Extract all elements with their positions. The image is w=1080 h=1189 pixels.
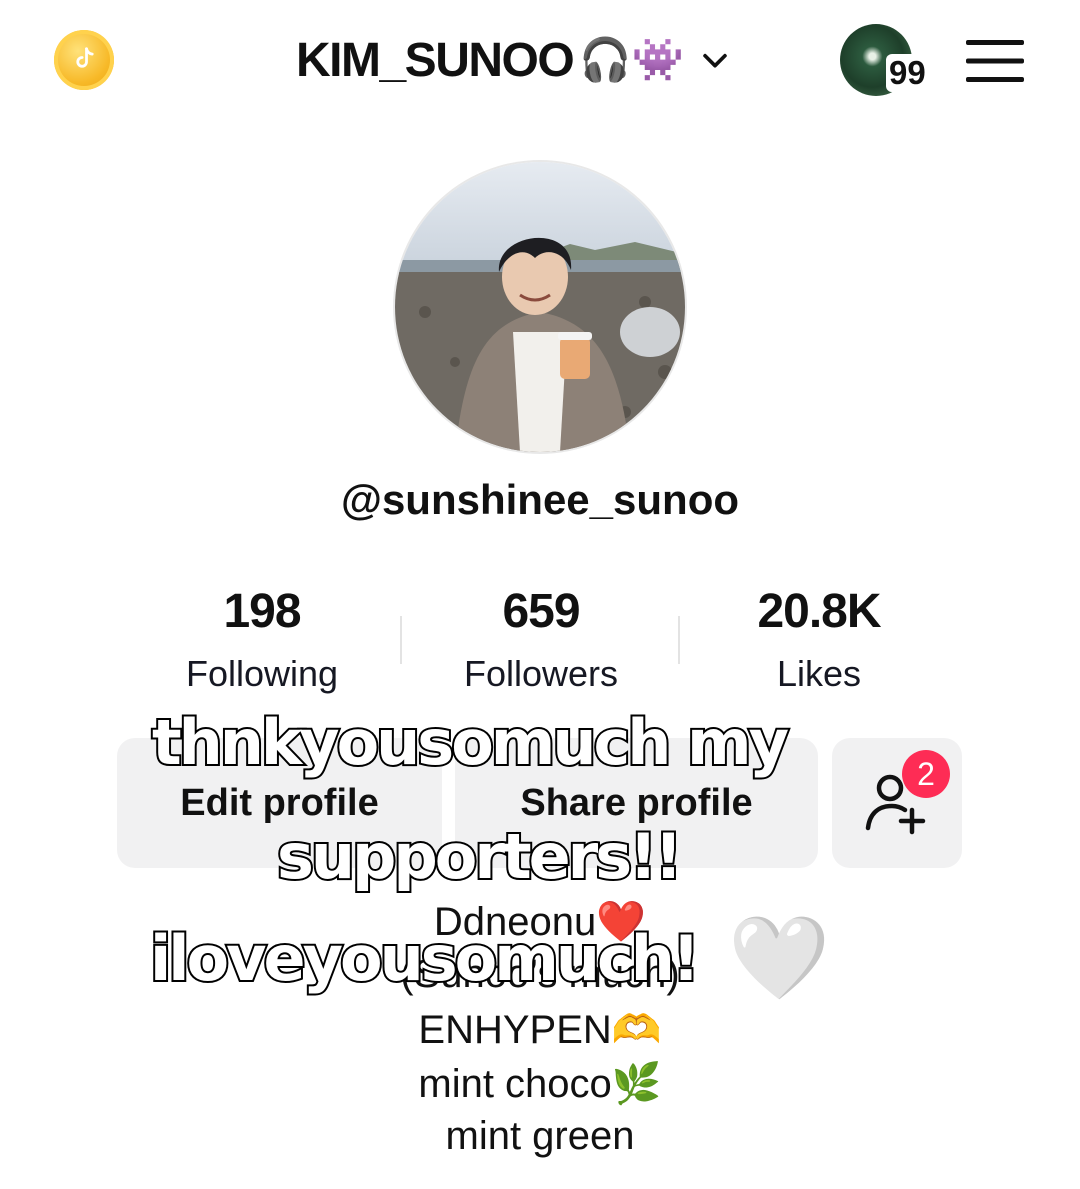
- title-emojis: 🎧👾: [579, 36, 684, 83]
- caption-line: iloveyousomuch!: [148, 922, 702, 995]
- followers-label: Followers: [463, 653, 619, 694]
- stat-following[interactable]: 198 Following: [132, 584, 392, 695]
- bio-line: mint green: [445, 1114, 635, 1158]
- stat-likes[interactable]: 20.8K Likes: [689, 584, 949, 695]
- likes-label: Likes: [776, 653, 862, 694]
- tiktok-logo-icon: [76, 47, 94, 68]
- bio-line: ENHYPEN🫶: [418, 1008, 662, 1052]
- profile-handle: @sunshinee_sunoo: [340, 476, 739, 523]
- stat-divider: [400, 616, 402, 664]
- likes-count: 20.8K: [757, 585, 881, 638]
- followers-count: 659: [502, 585, 580, 638]
- notification-count-badge: 99: [886, 54, 929, 92]
- caption-line: supporters!!: [275, 820, 685, 893]
- chevron-down-icon: [703, 53, 727, 68]
- following-label: Following: [185, 653, 339, 694]
- stat-followers[interactable]: 659 Followers: [411, 584, 671, 695]
- white-heart-emoji: 🤍: [728, 913, 831, 1004]
- coin-icon[interactable]: [54, 30, 114, 90]
- bio-line: mint choco🌿: [418, 1062, 662, 1106]
- hamburger-menu-icon[interactable]: [966, 38, 1024, 84]
- account-switcher[interactable]: KIM_SUNOO 🎧👾: [296, 30, 732, 90]
- account-title: KIM_SUNOO: [296, 33, 575, 87]
- profile-avatar[interactable]: [395, 162, 685, 452]
- following-count: 198: [223, 585, 301, 638]
- caption-line: thnkyousomuch my: [150, 706, 791, 779]
- friend-request-badge: 2: [902, 750, 950, 798]
- profile-photo: [395, 162, 685, 452]
- stat-divider: [678, 616, 680, 664]
